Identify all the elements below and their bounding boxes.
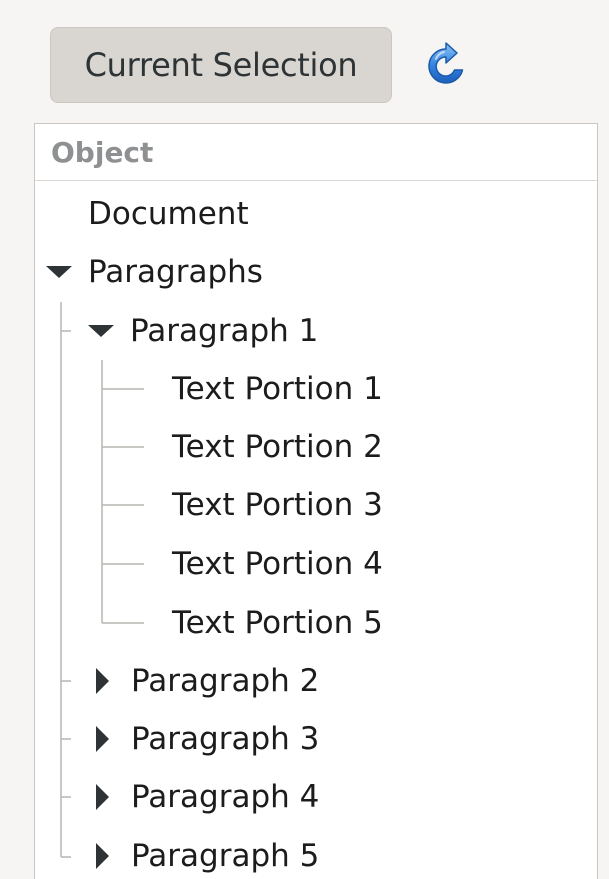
- expander-collapsed-icon[interactable]: [93, 667, 111, 695]
- tree-row-label: Text Portion 5: [172, 605, 383, 641]
- tree-row[interactable]: Text Portion 3: [172, 476, 383, 534]
- tree-row-label: Paragraph 1: [130, 313, 319, 349]
- expander-expanded-icon[interactable]: [46, 262, 74, 282]
- tree-row[interactable]: Paragraph 5: [93, 827, 319, 879]
- refresh-button[interactable]: [418, 38, 474, 94]
- tree-row-label: Paragraph 3: [131, 721, 320, 757]
- refresh-icon: [428, 42, 464, 84]
- tree-row-label: Text Portion 3: [172, 487, 383, 523]
- inspector-panel: Current Selection Object Document Paragr…: [0, 0, 609, 879]
- expander-collapsed-icon[interactable]: [93, 725, 111, 753]
- tree-row-label: Paragraph 4: [131, 779, 320, 815]
- tree-row-label: Text Portion 4: [172, 546, 383, 582]
- tree-row-label: Text Portion 2: [172, 429, 383, 465]
- tree-row-label: Paragraphs: [88, 254, 263, 290]
- tree-row-label: Document: [88, 196, 249, 232]
- tree-row-label: Paragraph 2: [131, 663, 320, 699]
- tree-row[interactable]: Text Portion 5: [172, 594, 383, 652]
- tree-row[interactable]: Paragraph 4: [93, 768, 319, 826]
- current-selection-button[interactable]: Current Selection: [50, 27, 392, 103]
- tree-row-label: Paragraph 5: [131, 838, 320, 874]
- current-selection-label: Current Selection: [84, 46, 358, 84]
- tree-row[interactable]: Text Portion 1: [172, 360, 383, 418]
- tree-row-label: Text Portion 1: [172, 371, 383, 407]
- expander-expanded-icon[interactable]: [88, 321, 116, 341]
- expander-collapsed-icon[interactable]: [93, 783, 111, 811]
- tree-row[interactable]: Paragraph 1: [88, 302, 318, 360]
- tree-row[interactable]: Paragraph 3: [93, 710, 319, 768]
- expander-collapsed-icon[interactable]: [93, 842, 111, 870]
- tree-row[interactable]: Text Portion 4: [172, 535, 383, 593]
- tree-row[interactable]: Paragraphs: [46, 243, 263, 301]
- tree-row[interactable]: Text Portion 2: [172, 418, 383, 476]
- tree-row[interactable]: Document: [88, 185, 249, 243]
- object-tree[interactable]: Object Document Paragraphs Paragraph 1 T…: [34, 123, 598, 879]
- tree-row[interactable]: Paragraph 2: [93, 652, 319, 710]
